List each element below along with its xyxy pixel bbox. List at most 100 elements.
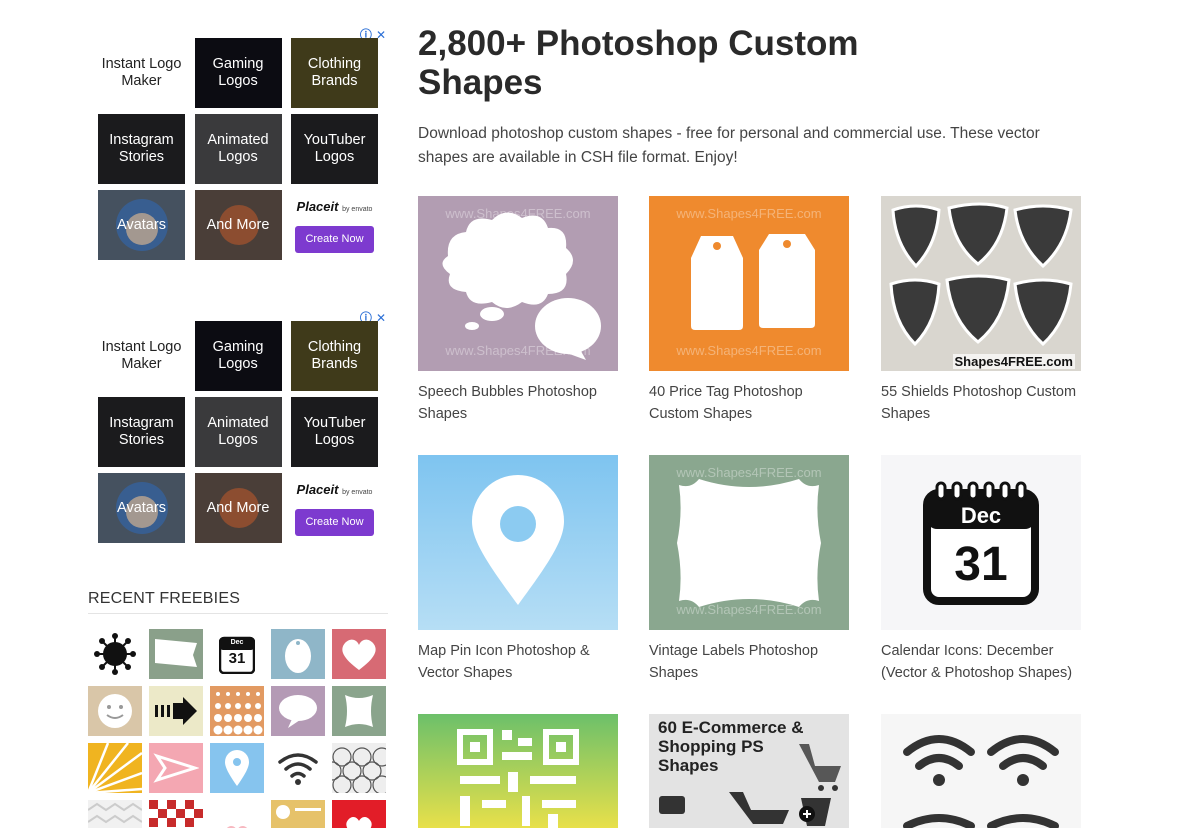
shape-card-speech-bubbles[interactable]: www.Shapes4FREE.com www.Shapes4FREE.com … [418, 196, 618, 425]
shape-card-calendar[interactable]: Dec 31 Calendar Icons: December (Vector … [881, 455, 1081, 684]
placeit-logo: Placeit by envato [296, 481, 373, 497]
ad-tile-instant-logo-maker[interactable]: Instant Logo Maker [98, 321, 185, 391]
card-thumbnail[interactable] [418, 714, 618, 828]
ad-block-2[interactable]: ⓘ ✕ Instant Logo Maker Gaming Logos Cloth… [98, 311, 386, 555]
card-thumbnail[interactable]: www.Shapes4FREE.com www.Shapes4FREE.com [649, 455, 849, 630]
paper-plane-thumb[interactable] [149, 743, 203, 793]
ad-tile-gaming-logos[interactable]: Gaming Logos [194, 38, 282, 108]
calendar-month: Dec [960, 503, 1002, 528]
ad-tile-placeit[interactable]: Placeit by envato Create Now [291, 190, 378, 260]
card-caption[interactable]: Calendar Icons: December (Vector & Photo… [881, 640, 1081, 684]
shape-card-qr-code[interactable] [418, 714, 618, 828]
shape-card-vintage-labels[interactable]: www.Shapes4FREE.com www.Shapes4FREE.com … [649, 455, 849, 684]
card-thumbnail[interactable]: Shapes4FREE.com [881, 196, 1081, 371]
virus-thumb[interactable] [88, 629, 142, 679]
wifi-icon [903, 735, 1059, 828]
shapes4free-brand: Shapes4FREE.com [952, 354, 1075, 369]
ad-tile-animated-logos[interactable]: Animated Logos [194, 114, 282, 184]
red-heart-thumb[interactable] [332, 800, 386, 828]
rays-thumb[interactable] [88, 743, 142, 793]
divider [88, 613, 388, 614]
vintage-label-icon [345, 695, 373, 727]
pink-heart-thumb[interactable] [210, 800, 264, 828]
card-caption[interactable]: 55 Shields Photoshop Custom Shapes [881, 381, 1081, 425]
shape-card-wifi[interactable] [881, 714, 1081, 828]
page-title: 2,800+ Photoshop Custom Shapes [418, 24, 859, 102]
ad-tile-animated-logos[interactable]: Animated Logos [194, 397, 282, 467]
recent-freebies-heading: RECENT FREEBIES [88, 590, 241, 607]
ad-tile-instagram-stories[interactable]: Instagram Stories [98, 397, 185, 467]
ad-tile-and-more[interactable]: And More [194, 473, 282, 543]
map-pin-thumb[interactable] [210, 743, 264, 793]
shape-card-ecommerce[interactable]: 60 E-Commerce & Shopping PS Shapes [649, 714, 849, 828]
create-now-button[interactable]: Create Now [295, 508, 374, 536]
chevron-pattern-thumb[interactable] [88, 800, 142, 828]
ad-tile-instagram-stories[interactable]: Instagram Stories [98, 114, 185, 184]
speech-bubble-icon [279, 695, 317, 728]
calendar-day: 31 [228, 649, 246, 667]
card-thumbnail[interactable] [418, 455, 618, 630]
shield-icon [889, 202, 1073, 347]
recent-freebies-grid: Dec 31 [88, 629, 386, 828]
badge-icon [276, 805, 321, 819]
speech-bubbles-icon [442, 212, 601, 360]
heart-icon [342, 639, 376, 670]
ad-block-1[interactable]: ⓘ ✕ Instant Logo Maker Gaming Logos Cloth… [98, 28, 386, 272]
vintage-label-thumb[interactable] [332, 686, 386, 736]
heart-icon [226, 826, 248, 828]
tag-thumb[interactable] [271, 629, 325, 679]
ad-tile-gaming-logos[interactable]: Gaming Logos [194, 321, 282, 391]
wifi-thumb[interactable] [271, 743, 325, 793]
qr-code-icon [457, 729, 579, 828]
ad-tile-clothing-brands[interactable]: Clothing Brands [291, 321, 378, 391]
smiley-thumb[interactable] [88, 686, 142, 736]
gingham-thumb[interactable] [149, 800, 203, 828]
ad-tile-clothing-brands[interactable]: Clothing Brands [291, 38, 378, 108]
arrow-right-icon [155, 697, 197, 725]
heart-thumb[interactable] [332, 629, 386, 679]
calendar-day: 31 [954, 538, 1008, 591]
ad-tile-avatars[interactable]: Avatars [98, 190, 185, 260]
speech-bubble-thumb[interactable] [271, 686, 325, 736]
intro-text: Download photoshop custom shapes - free … [418, 125, 1040, 166]
card-caption[interactable]: 40 Price Tag Photoshop Custom Shapes [649, 381, 849, 425]
card-thumbnail[interactable]: www.Shapes4FREE.com www.Shapes4FREE.com [649, 196, 849, 371]
calendar-month: Dec [230, 638, 244, 646]
ad-tile-youtuber-logos[interactable]: YouTuber Logos [291, 114, 378, 184]
map-pin-icon [472, 475, 564, 605]
arrow-thumb[interactable] [149, 686, 203, 736]
card-thumbnail[interactable]: www.Shapes4FREE.com www.Shapes4FREE.com [418, 196, 618, 371]
price-tag-icon [691, 234, 815, 330]
halftone-thumb[interactable] [210, 686, 264, 736]
banner-thumb[interactable] [149, 629, 203, 679]
ad-tile-placeit[interactable]: Placeit by envato Create Now [291, 473, 378, 543]
card-caption[interactable]: Speech Bubbles Photoshop Shapes [418, 381, 618, 425]
paper-plane-icon [153, 753, 199, 783]
card-thumbnail[interactable] [881, 714, 1081, 828]
shape-card-price-tags[interactable]: www.Shapes4FREE.com www.Shapes4FREE.com … [649, 196, 849, 425]
wifi-icon [278, 753, 318, 785]
vintage-label-icon [677, 479, 821, 607]
card-thumbnail[interactable]: 60 E-Commerce & Shopping PS Shapes [649, 714, 849, 828]
ad-tile-and-more[interactable]: And More [194, 190, 282, 260]
ad-tile-avatars[interactable]: Avatars [98, 473, 185, 543]
ecommerce-title-overlay: 60 E-Commerce & Shopping PS Shapes [658, 718, 804, 775]
egg-tag-icon [285, 639, 311, 673]
card-caption[interactable]: Map Pin Icon Photoshop & Vector Shapes [418, 640, 618, 684]
create-now-button[interactable]: Create Now [295, 225, 374, 253]
virus-icon [94, 633, 136, 675]
map-pin-icon [225, 750, 249, 786]
calendar-thumb[interactable]: Dec 31 [210, 629, 264, 679]
smiley-icon [98, 694, 132, 728]
ad-tile-instant-logo-maker[interactable]: Instant Logo Maker [98, 38, 185, 108]
card-caption[interactable]: Vintage Labels Photoshop Shapes [649, 640, 849, 684]
shape-card-map-pin[interactable]: Map Pin Icon Photoshop & Vector Shapes [418, 455, 618, 684]
ad-tile-youtuber-logos[interactable]: YouTuber Logos [291, 397, 378, 467]
badge-thumb[interactable] [271, 800, 325, 828]
shape-card-shields[interactable]: Shapes4FREE.com 55 Shields Photoshop Cus… [881, 196, 1081, 425]
wave-pattern-thumb[interactable] [332, 743, 386, 793]
placeit-logo: Placeit by envato [296, 198, 373, 214]
wave-pattern-icon [332, 747, 386, 793]
card-thumbnail[interactable]: Dec 31 [881, 455, 1081, 630]
halftone-icon [213, 692, 263, 735]
